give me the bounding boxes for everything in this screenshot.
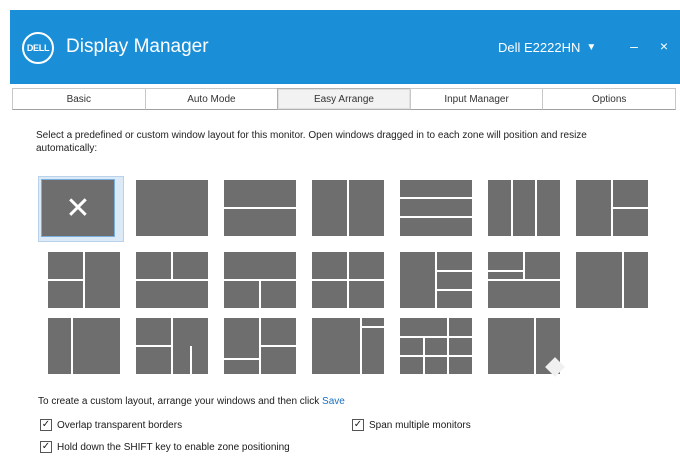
layout-column-right-split[interactable] [576, 180, 648, 236]
layout-left-right-three[interactable] [400, 252, 472, 308]
overlap-borders-label: Overlap transparent borders [57, 419, 183, 431]
checkbox-icon: ✓ [40, 441, 52, 453]
close-icon: ✕ [65, 190, 91, 226]
layout-quad[interactable] [312, 252, 384, 308]
checkbox-icon: ✓ [40, 419, 52, 431]
shift-key-checkbox[interactable]: ✓ Hold down the SHIFT key to enable zone… [40, 441, 290, 453]
layout-quad-offset[interactable] [136, 252, 208, 308]
layout-three-columns[interactable] [488, 180, 560, 236]
minimize-button[interactable]: – [626, 38, 642, 54]
title-bar: DELL Display Manager Dell E2222HN ▼ – × [0, 0, 680, 84]
layout-wide-left[interactable] [576, 252, 648, 308]
layout-mixed-columns[interactable] [136, 318, 208, 374]
layout-notch[interactable] [488, 318, 565, 377]
instructions-text: Select a predefined or custom window lay… [36, 130, 587, 154]
tab-options[interactable]: Options [542, 88, 676, 110]
layout-three-rows[interactable] [400, 180, 472, 236]
layout-none[interactable]: ✕ [41, 179, 115, 237]
custom-layout-hint-text: To create a custom layout, arrange your … [38, 396, 323, 407]
layout-six-grid[interactable] [400, 318, 472, 374]
layout-grid-mixed[interactable] [224, 318, 296, 374]
tab-basic[interactable]: Basic [12, 88, 146, 110]
layout-left-split[interactable] [48, 252, 120, 308]
close-button[interactable]: × [656, 38, 672, 54]
chevron-down-icon: ▼ [586, 42, 597, 53]
overlap-borders-checkbox[interactable]: ✓ Overlap transparent borders [40, 419, 182, 431]
tab-easy-arrange[interactable]: Easy Arrange [277, 88, 411, 110]
tab-input-manager[interactable]: Input Manager [409, 88, 544, 110]
layout-two-rows[interactable] [224, 180, 296, 236]
layout-two-columns[interactable] [312, 180, 384, 236]
tab-auto-mode[interactable]: Auto Mode [144, 88, 279, 110]
span-monitors-label: Span multiple monitors [369, 419, 471, 431]
app-title: Display Manager [66, 36, 209, 57]
checkbox-icon: ✓ [352, 419, 364, 431]
monitor-selector[interactable]: Dell E2222HN ▼ [498, 40, 596, 55]
layout-corner-split[interactable] [312, 318, 384, 374]
layout-wide-right[interactable] [48, 318, 120, 374]
dell-logo-icon: DELL [22, 32, 54, 64]
save-link[interactable]: Save [322, 396, 345, 407]
span-monitors-checkbox[interactable]: ✓ Span multiple monitors [352, 419, 471, 431]
layout-top-bottom-split[interactable] [224, 252, 296, 308]
title-bar-background: DELL Display Manager Dell E2222HN ▼ – × [10, 10, 680, 84]
shift-key-label: Hold down the SHIFT key to enable zone p… [57, 441, 290, 453]
tab-bar: Basic Auto Mode Easy Arrange Input Manag… [12, 88, 676, 110]
layout-single[interactable] [136, 180, 208, 236]
monitor-name: Dell E2222HN [498, 40, 581, 55]
custom-layout-hint: To create a custom layout, arrange your … [38, 396, 345, 407]
layout-rows-mixed[interactable] [488, 252, 560, 308]
